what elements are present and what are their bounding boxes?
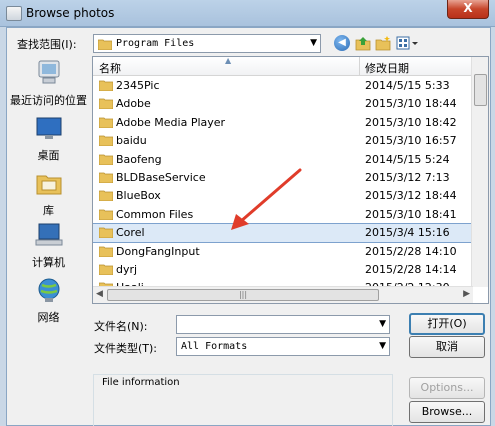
place-network[interactable]: 网络 (7, 277, 90, 325)
file-list[interactable]: 名称 ▲ 修改日期 2345Pic 2014/5/15 5:33 Adobe 2015… (92, 56, 489, 304)
browse-button[interactable]: Browse... (409, 401, 485, 423)
list-item[interactable]: Corel 2015/3/4 15:16 (93, 223, 474, 244)
folder-icon (98, 208, 114, 223)
scroll-left-icon[interactable]: ◀ (96, 289, 103, 299)
file-date: 2015/3/10 18:41 (365, 207, 457, 221)
file-date: 2014/5/15 5:33 (365, 79, 450, 92)
title-bar: Browse photos X (0, 0, 495, 27)
list-item[interactable]: BLDBaseService 2015/3/12 7:13 (93, 169, 473, 187)
list-item[interactable]: Adobe 2015/3/10 18:44 (93, 95, 473, 113)
file-name: Adobe Media Player (116, 115, 226, 129)
file-date: 2015/3/10 18:42 (365, 115, 457, 129)
options-button[interactable]: Options... (409, 377, 485, 399)
places-bar: 最近访问的位置 桌面 库 计算机 网络 (7, 55, 90, 330)
folder-icon (97, 38, 113, 53)
column-header-date[interactable]: 修改日期 (365, 60, 409, 76)
filename-input[interactable]: ▼ (176, 315, 390, 334)
list-item[interactable]: BlueBox 2015/3/12 18:44 (93, 187, 473, 205)
list-item[interactable]: DongFangInput 2015/2/28 14:10 (93, 243, 473, 261)
file-date: 2015/3/10 16:57 (365, 134, 457, 148)
chevron-down-icon[interactable]: ▼ (310, 38, 317, 48)
network-icon (7, 277, 90, 306)
place-label: 桌面 (37, 149, 60, 162)
column-divider[interactable] (359, 57, 360, 75)
file-name: Adobe (116, 97, 151, 111)
list-item[interactable]: Adobe Media Player 2015/3/10 18:42 (93, 114, 473, 132)
folder-icon (98, 263, 114, 278)
open-button[interactable]: 打开(O) (409, 313, 485, 335)
place-label: 计算机 (32, 256, 65, 269)
window-title: Browse photos (26, 6, 115, 20)
file-name: 2345Pic (116, 79, 160, 92)
file-information-panel: File information (93, 374, 393, 426)
close-button[interactable]: X (447, 0, 489, 19)
sort-arrow-icon: ▲ (225, 56, 232, 65)
place-computer[interactable]: 计算机 (7, 222, 90, 270)
file-name: DongFangInput (116, 244, 200, 258)
filename-label: 文件名(N): (94, 320, 148, 333)
folder-icon (98, 171, 114, 186)
folder-icon (98, 153, 114, 168)
scroll-thumb[interactable]: ||| (107, 289, 379, 301)
file-name: Baofeng (116, 152, 162, 166)
file-name: Corel (116, 226, 145, 240)
place-label: 库 (43, 204, 54, 217)
desktop-icon (7, 115, 90, 144)
computer-icon (7, 222, 90, 251)
scroll-thumb[interactable] (474, 74, 487, 106)
file-name: baidu (116, 134, 147, 148)
vertical-scrollbar[interactable] (471, 57, 488, 287)
file-date: 2015/3/10 18:44 (365, 97, 457, 111)
place-label: 最近访问的位置 (10, 94, 87, 107)
cancel-button[interactable]: 取消 (409, 336, 485, 358)
place-desktop[interactable]: 桌面 (7, 115, 90, 163)
folder-icon (98, 226, 114, 241)
list-item[interactable]: Common Files 2015/3/10 18:41 (93, 206, 473, 224)
file-information-title: File information (102, 377, 180, 388)
filetype-dropdown[interactable]: All Formats ▼ (176, 337, 390, 356)
folder-icon (98, 79, 114, 94)
chevron-down-icon[interactable]: ▼ (379, 341, 386, 351)
scroll-right-icon[interactable]: ▶ (463, 289, 470, 299)
list-header: 名称 ▲ 修改日期 (93, 57, 488, 76)
file-name: dyrj (116, 263, 138, 276)
place-recent[interactable]: 最近访问的位置 (7, 58, 90, 108)
place-libraries[interactable]: 库 (7, 170, 90, 218)
folder-icon (98, 134, 114, 149)
filetype-value: All Formats (181, 341, 248, 352)
views-icon[interactable] (396, 35, 420, 51)
place-label: 网络 (37, 311, 60, 324)
list-item[interactable]: 2345Pic 2014/5/15 5:33 (93, 77, 473, 95)
folder-icon (98, 245, 114, 260)
list-item[interactable]: dyrj 2015/2/28 14:14 (93, 261, 473, 279)
folder-icon (98, 189, 114, 204)
file-date: 2015/3/12 7:13 (365, 171, 450, 184)
libraries-icon (7, 170, 90, 199)
folder-icon (98, 116, 114, 131)
folder-icon (98, 97, 114, 112)
list-item[interactable]: Baofeng 2014/5/15 5:24 (93, 151, 473, 169)
file-name: BlueBox (116, 189, 161, 203)
file-date: 2015/2/28 14:14 (365, 263, 457, 276)
back-icon[interactable]: ◀ (334, 35, 350, 51)
app-icon (6, 6, 22, 21)
up-folder-icon[interactable] (355, 35, 371, 51)
file-date: 2014/5/15 5:24 (365, 152, 450, 166)
column-header-name[interactable]: 名称 (99, 60, 121, 76)
horizontal-scrollbar[interactable]: ◀ ||| ▶ (93, 286, 473, 303)
file-date: 2015/3/12 18:44 (365, 189, 457, 203)
file-name: Common Files (116, 207, 194, 221)
lookin-label: 查找范围(I): (17, 38, 77, 51)
lookin-value: Program Files (116, 38, 195, 49)
filetype-label: 文件类型(T): (94, 342, 158, 355)
file-date: 2015/2/28 14:10 (365, 244, 457, 258)
recent-places-icon (7, 58, 90, 89)
lookin-dropdown[interactable]: Program Files ▼ (93, 34, 321, 53)
file-name: BLDBaseService (116, 171, 206, 184)
chevron-down-icon[interactable]: ▼ (379, 319, 386, 329)
file-date: 2015/3/4 15:16 (365, 226, 450, 240)
new-folder-icon[interactable] (375, 35, 391, 51)
list-item[interactable]: baidu 2015/3/10 16:57 (93, 132, 473, 150)
